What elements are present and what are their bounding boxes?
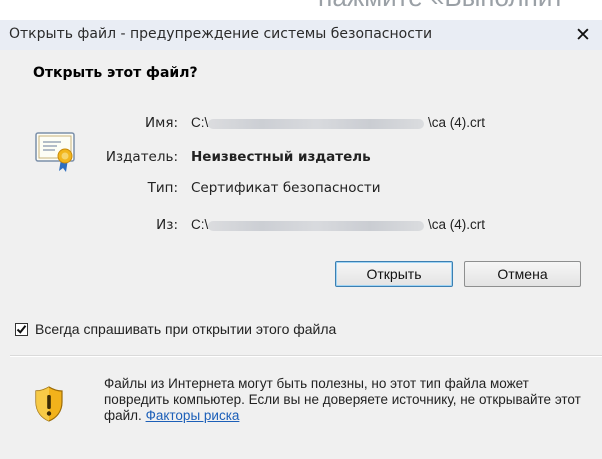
always-ask-label[interactable]: Всегда спрашивать при открытии этого фай…	[35, 321, 336, 337]
title-bar[interactable]: Открыть файл - предупреждение системы бе…	[0, 20, 602, 50]
security-warning-text: Файлы из Интернета могут быть полезны, н…	[104, 376, 584, 424]
publisher-value: Неизвестный издатель	[191, 149, 371, 165]
from-path-prefix: C:\	[191, 217, 209, 232]
risk-factors-link[interactable]: Факторы риска	[146, 408, 240, 423]
publisher-label: Издатель:	[105, 149, 178, 165]
cancel-button[interactable]: Отмена	[464, 261, 581, 287]
divider-highlight	[10, 356, 602, 357]
window-title: Открыть файл - предупреждение системы бе…	[9, 26, 433, 42]
shield-warning-icon	[35, 386, 63, 422]
from-label: Из:	[156, 217, 178, 233]
background-window-text: нажмите «Выполнит	[318, 0, 564, 13]
from-path-suffix: \ca (4).crt	[428, 217, 486, 232]
always-ask-checkbox[interactable]	[15, 323, 28, 336]
checkmark-icon	[16, 325, 27, 334]
name-path-prefix: C:\	[191, 115, 209, 130]
dialog-heading: Открыть этот файл?	[33, 65, 198, 81]
close-button[interactable]: ✕	[570, 22, 596, 48]
from-path-redacted	[208, 221, 424, 231]
type-label: Тип:	[147, 180, 178, 196]
certificate-icon	[35, 132, 75, 172]
name-path-suffix: \ca (4).crt	[428, 115, 486, 130]
type-value: Сертификат безопасности	[191, 180, 381, 196]
name-path-redacted	[208, 119, 424, 129]
security-warning-dialog: Открыть файл - предупреждение системы бе…	[0, 20, 602, 459]
open-button[interactable]: Открыть	[335, 261, 453, 287]
name-label: Имя:	[145, 115, 178, 131]
